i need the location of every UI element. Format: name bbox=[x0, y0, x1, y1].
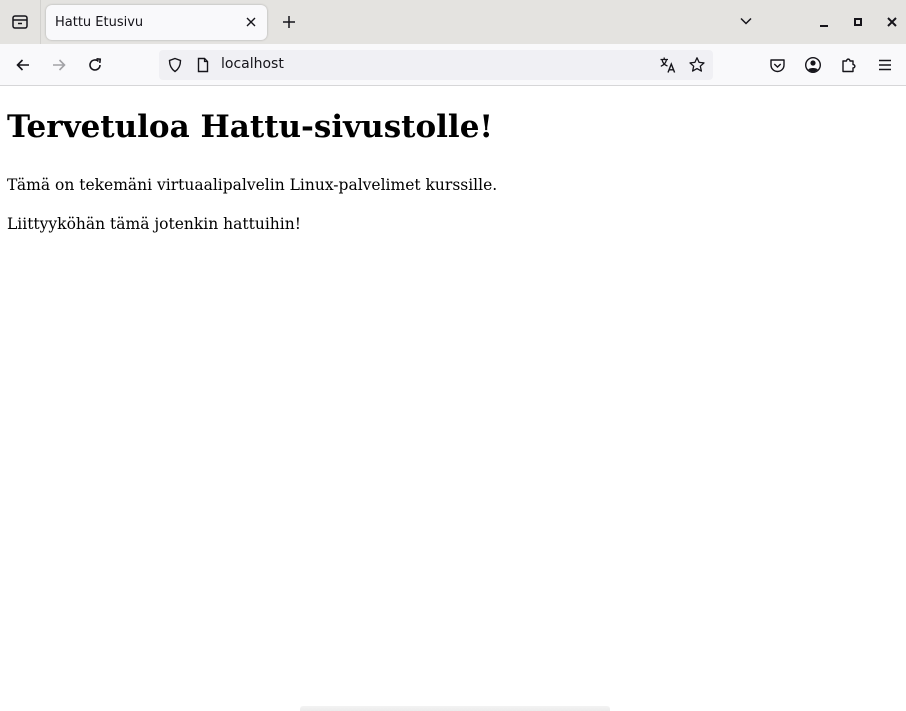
bottom-edge-shadow bbox=[300, 706, 610, 711]
account-icon bbox=[804, 56, 822, 74]
page-icon[interactable] bbox=[194, 56, 212, 74]
paragraph-hats: Liittyyköhän tämä jotenkin hattuihin! bbox=[7, 215, 301, 233]
url-text[interactable]: localhost bbox=[221, 56, 284, 72]
minimize-icon bbox=[818, 16, 830, 28]
window-close-button[interactable] bbox=[881, 11, 903, 33]
arrow-right-icon bbox=[51, 57, 67, 73]
new-tab-button[interactable] bbox=[276, 9, 302, 35]
app-menu-button[interactable] bbox=[871, 51, 899, 79]
shield-icon[interactable] bbox=[166, 56, 184, 74]
plus-icon bbox=[282, 15, 296, 29]
minimize-button[interactable] bbox=[813, 11, 835, 33]
puzzle-icon bbox=[840, 56, 858, 74]
hamburger-menu-icon bbox=[877, 57, 893, 73]
close-icon bbox=[886, 16, 898, 28]
arrow-left-icon bbox=[15, 57, 31, 73]
url-bar[interactable]: localhost bbox=[159, 50, 713, 80]
browser-window: Hattu Etusivu localhost Tervetuloa Hattu… bbox=[0, 0, 906, 711]
tab-close-button[interactable] bbox=[241, 12, 261, 32]
chevron-down-icon bbox=[739, 14, 753, 28]
tab-list-icon bbox=[11, 13, 29, 31]
page-content: Tervetuloa Hattu-sivustolle! Tämä on tek… bbox=[0, 86, 906, 711]
navigation-toolbar: localhost bbox=[0, 44, 906, 86]
tab-title: Hattu Etusivu bbox=[55, 15, 144, 30]
maximize-icon bbox=[852, 16, 864, 28]
translate-icon[interactable] bbox=[659, 56, 677, 74]
close-icon bbox=[245, 16, 257, 28]
page-heading: Tervetuloa Hattu-sivustolle! bbox=[7, 109, 494, 145]
maximize-button[interactable] bbox=[847, 11, 869, 33]
paragraph-intro: Tämä on tekemäni virtuaalipalvelin Linux… bbox=[7, 176, 498, 194]
forward-button[interactable] bbox=[45, 51, 73, 79]
tab-active[interactable]: Hattu Etusivu bbox=[46, 5, 267, 40]
tab-list-button[interactable] bbox=[0, 0, 41, 44]
reload-icon bbox=[87, 57, 103, 73]
reload-button[interactable] bbox=[81, 51, 109, 79]
tab-strip: Hattu Etusivu bbox=[0, 0, 906, 44]
pocket-button[interactable] bbox=[763, 51, 791, 79]
pocket-icon bbox=[769, 57, 786, 74]
star-icon[interactable] bbox=[688, 56, 706, 74]
account-button[interactable] bbox=[799, 51, 827, 79]
list-all-tabs-button[interactable] bbox=[734, 9, 758, 33]
back-button[interactable] bbox=[9, 51, 37, 79]
extensions-button[interactable] bbox=[835, 51, 863, 79]
